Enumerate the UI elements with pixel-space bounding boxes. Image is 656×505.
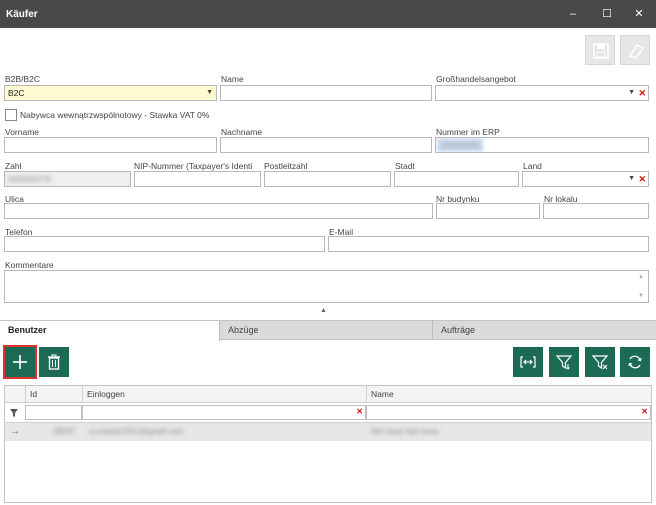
filter-button[interactable] [549,347,579,377]
save-button[interactable] [585,35,615,65]
eraser-icon [628,44,645,59]
clear-icon[interactable]: ✕ [638,172,646,186]
postcode-input[interactable] [264,171,391,187]
filter-icon [10,409,18,417]
nip-input[interactable] [134,171,261,187]
grid-filter-row: ✕ ✕ [5,403,651,423]
table-row[interactable]: → 28097 a.nowicki7811@gmail.com Nel nowy… [5,423,651,441]
window-title: Käufer [6,9,38,20]
wholesale-select[interactable]: ▼ ✕ [435,85,649,101]
refresh-button[interactable] [620,347,650,377]
country-label: Land [523,161,542,171]
firstname-label: Vorname [5,127,40,137]
tab-orders[interactable]: Aufträge [433,321,656,340]
postcode-label: Postleitzahl [264,161,308,171]
clear-filter-button[interactable] [585,347,615,377]
chevron-down-icon: ▼ [628,175,635,182]
erp-value: 10000000 [438,139,482,151]
name-input[interactable] [220,85,432,101]
grid-header: Id Einloggen Name [5,386,651,403]
filter-id-input[interactable] [25,405,82,420]
column-header-name[interactable]: Name [366,386,651,403]
maximize-button[interactable]: ☐ [590,0,624,28]
city-input[interactable] [394,171,519,187]
clear-icon[interactable]: ✕ [638,86,646,100]
filter-icon [556,355,572,370]
column-header-id[interactable]: Id [25,386,82,403]
tab-bar: Benutzer Abzüge Aufträge [0,320,656,341]
delete-user-button[interactable] [39,347,69,377]
chevron-down-icon: ▼ [206,89,213,96]
add-user-button[interactable] [3,345,37,379]
intra-community-label: Nabywca wewnątrzwspólnotowy - Stawka VAT… [20,110,210,120]
save-icon [593,43,609,59]
row-login: a.nowicki7811@gmail.com [89,427,184,436]
erp-label: Nummer im ERP [436,127,500,137]
fit-columns-icon [520,356,536,368]
title-bar: Käufer – ☐ ✕ [0,0,656,28]
scroll-down-icon[interactable]: ▼ [638,293,644,299]
tab-users[interactable]: Benutzer [0,321,220,341]
firstname-input[interactable] [4,137,217,153]
filter-name-input[interactable]: ✕ [366,405,651,420]
comments-textarea[interactable]: ▲ ▼ [4,270,649,303]
clear-icon[interactable]: ✕ [641,407,648,416]
minimize-button[interactable]: – [556,0,590,28]
b2b-label: B2B/B2C [5,74,40,84]
email-input[interactable] [328,236,649,252]
building-input[interactable] [436,203,540,219]
number-field: 000000079 [4,171,131,187]
filter-login-input[interactable]: ✕ [82,405,366,420]
scroll-up-icon[interactable]: ▲ [638,274,644,280]
city-label: Stadt [395,161,415,171]
lastname-label: Nachname [221,127,263,137]
country-select[interactable]: ▼ ✕ [522,171,649,187]
wholesale-label: Großhandelsangebot [436,74,516,84]
b2b-value: B2C [8,88,25,98]
column-header-login[interactable]: Einloggen [82,386,366,403]
nip-label: NIP-Nummer (Taxpayer's Identi [134,161,253,171]
name-label: Name [221,74,244,84]
lastname-input[interactable] [220,137,432,153]
fit-columns-button[interactable] [513,347,543,377]
row-name: Nel nowy Nel nowy [371,427,440,436]
chevron-down-icon: ▼ [628,89,635,96]
tab-deductions[interactable]: Abzüge [220,321,433,340]
refresh-icon [628,355,642,369]
row-pointer-icon: → [10,426,20,437]
number-value: 000000079 [8,174,51,184]
erp-input[interactable]: 10000000 [435,137,649,153]
clear-filter-icon [592,355,608,370]
clear-form-button[interactable] [620,35,650,65]
close-button[interactable]: ✕ [622,0,656,28]
intra-community-checkbox[interactable] [5,109,17,121]
number-label: Zahl [5,161,22,171]
users-grid: Id Einloggen Name ✕ ✕ → 28097 a.nowicki7… [4,385,652,503]
comments-label: Kommentare [5,260,54,270]
plus-icon [13,355,27,369]
trash-icon [48,354,60,370]
clear-icon[interactable]: ✕ [356,407,363,416]
b2b-select[interactable]: B2C ▼ [4,85,217,101]
apartment-input[interactable] [543,203,649,219]
collapse-splitter-icon[interactable]: ▲ [320,307,327,314]
row-id: 28097 [53,427,76,436]
street-input[interactable] [4,203,433,219]
phone-input[interactable] [4,236,325,252]
